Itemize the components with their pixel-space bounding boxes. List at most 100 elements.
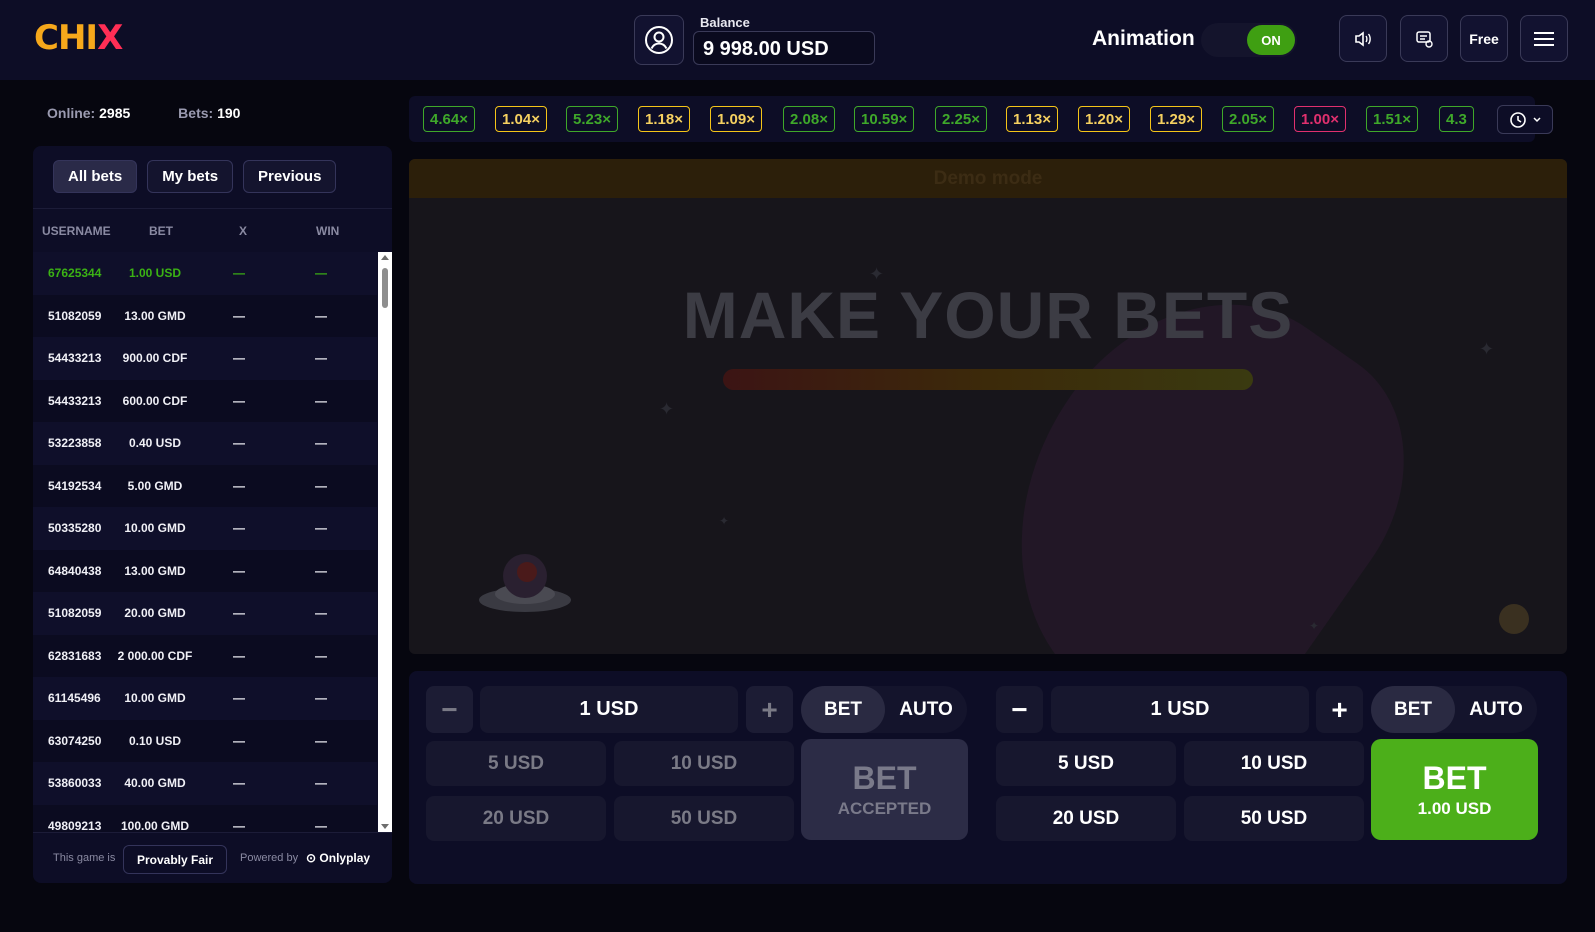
history-dropdown-button[interactable] bbox=[1497, 105, 1553, 134]
quick-bet-5-button-2[interactable]: 5 USD bbox=[996, 741, 1176, 786]
table-row: 54433213 600.00 CDF — — bbox=[33, 379, 377, 422]
table-row: 67625344 1.00 USD — — bbox=[33, 252, 377, 295]
table-row: 62831683 2 000.00 CDF — — bbox=[33, 634, 377, 677]
cell-win: — bbox=[315, 648, 327, 663]
make-your-bets-text: MAKE YOUR BETS bbox=[682, 278, 1294, 352]
cell-username: 63074250 bbox=[48, 733, 102, 748]
balance-value: 9 998.00 USD bbox=[693, 31, 875, 65]
tab-my-bets[interactable]: My bets bbox=[147, 160, 234, 193]
speaker-icon bbox=[1355, 30, 1371, 47]
bets-table-body: 67625344 1.00 USD — —51082059 13.00 GMD — —544… bbox=[33, 252, 377, 832]
multiplier-chip[interactable]: 1.20× bbox=[1078, 106, 1130, 132]
cell-win: — bbox=[315, 521, 327, 535]
cell-win: — bbox=[315, 563, 327, 578]
scroll-down-arrow-icon[interactable] bbox=[381, 824, 389, 829]
multiplier-chip[interactable]: 2.05× bbox=[1222, 106, 1274, 132]
provider-icon: ⊙ bbox=[306, 851, 317, 865]
sound-button[interactable] bbox=[1339, 15, 1387, 62]
quick-bet-10-button-1[interactable]: 10 USD bbox=[614, 741, 794, 786]
cell-username: 53223858 bbox=[48, 436, 102, 450]
multiplier-chip[interactable]: 1.18× bbox=[638, 106, 690, 132]
column-bet: BET bbox=[149, 224, 173, 238]
bet-auto-toggle-2[interactable]: BET AUTO bbox=[1371, 686, 1537, 733]
multiplier-chip[interactable]: 1.09× bbox=[710, 106, 762, 132]
auto-mode-tab-1[interactable]: AUTO bbox=[885, 686, 967, 733]
bets-panel: All bets My bets Previous USERNAME BET X… bbox=[33, 146, 392, 883]
ufo-character-icon bbox=[479, 554, 571, 612]
cell-win: — bbox=[315, 733, 327, 748]
animation-toggle[interactable]: ON bbox=[1201, 23, 1297, 57]
quick-bet-50-button-2[interactable]: 50 USD bbox=[1184, 796, 1364, 841]
header: CHIX Balance 9 998.00 USD Animation ON F… bbox=[0, 0, 1595, 80]
multiplier-chip[interactable]: 2.08× bbox=[783, 106, 835, 132]
cell-username: 62831683 bbox=[48, 648, 102, 663]
cell-username: 50335280 bbox=[48, 521, 102, 535]
decrease-bet-button-2[interactable]: − bbox=[996, 686, 1043, 733]
quick-bet-20-button-2[interactable]: 20 USD bbox=[996, 796, 1176, 841]
multiplier-chip[interactable]: 1.13× bbox=[1006, 106, 1058, 132]
bet-amount-input-2[interactable]: 1 USD bbox=[1051, 686, 1309, 733]
quick-bet-10-button-2[interactable]: 10 USD bbox=[1184, 741, 1364, 786]
cell-multiplier: — bbox=[233, 436, 245, 450]
user-button[interactable] bbox=[634, 15, 684, 65]
multiplier-history: 4.64× 1.04× 5.23× 1.18× 1.09× 2.08× 10.59× 2.25… bbox=[409, 96, 1535, 142]
quick-bet-5-button-1[interactable]: 5 USD bbox=[426, 741, 606, 786]
bet-amount-input-1[interactable]: 1 USD bbox=[480, 686, 738, 733]
cell-username: 61145496 bbox=[48, 691, 101, 705]
menu-button[interactable] bbox=[1520, 15, 1568, 62]
cell-bet: 40.00 GMD bbox=[124, 776, 186, 790]
quick-bet-20-button-1[interactable]: 20 USD bbox=[426, 796, 606, 841]
cell-multiplier: — bbox=[233, 393, 245, 408]
multiplier-chip[interactable]: 2.25× bbox=[935, 106, 987, 132]
logo[interactable]: CHIX bbox=[34, 18, 123, 58]
hamburger-icon bbox=[1534, 31, 1554, 46]
user-icon bbox=[645, 26, 673, 54]
star-icon: ✦ bbox=[719, 514, 730, 528]
increase-bet-button-1[interactable]: + bbox=[746, 686, 793, 733]
multiplier-chip[interactable]: 10.59× bbox=[854, 106, 915, 132]
cell-username: 64840438 bbox=[48, 563, 102, 578]
scroll-up-arrow-icon[interactable] bbox=[381, 255, 389, 260]
multiplier-chip[interactable]: 1.51× bbox=[1366, 106, 1418, 132]
bets-table-header: USERNAME BET X WIN bbox=[33, 208, 392, 250]
auto-mode-tab-2[interactable]: AUTO bbox=[1455, 686, 1537, 733]
cell-bet: 10.00 GMD bbox=[124, 521, 186, 535]
quick-bet-50-button-1[interactable]: 50 USD bbox=[614, 796, 794, 841]
emoji-icon bbox=[1499, 604, 1529, 634]
cell-username: 51082059 bbox=[48, 308, 102, 323]
multiplier-chip[interactable]: 1.04× bbox=[495, 106, 547, 132]
cell-multiplier: — bbox=[233, 266, 245, 280]
provider-logo[interactable]: ⊙ Onlyplay bbox=[306, 851, 370, 865]
countdown-progress-bar bbox=[723, 369, 1253, 390]
cell-win: — bbox=[315, 351, 327, 365]
bets-tabs: All bets My bets Previous bbox=[53, 160, 337, 193]
multiplier-chip[interactable]: 1.29× bbox=[1150, 106, 1202, 132]
cell-win: — bbox=[315, 478, 327, 493]
decrease-bet-button-1[interactable]: − bbox=[426, 686, 473, 733]
chat-button[interactable] bbox=[1400, 15, 1448, 62]
tab-all-bets[interactable]: All bets bbox=[53, 160, 138, 193]
place-bet-button[interactable]: BET 1.00 USD bbox=[1371, 739, 1538, 840]
table-row: 54433213 900.00 CDF — — bbox=[33, 337, 377, 380]
provably-fair-button[interactable]: Provably Fair bbox=[123, 845, 228, 874]
cell-win: — bbox=[315, 606, 327, 620]
bet-mode-tab-2[interactable]: BET bbox=[1371, 686, 1455, 733]
increase-bet-button-2[interactable]: + bbox=[1316, 686, 1363, 733]
multiplier-chip[interactable]: 4.3 bbox=[1439, 106, 1474, 132]
table-row: 51082059 13.00 GMD — — bbox=[33, 294, 377, 337]
free-button[interactable]: Free bbox=[1460, 15, 1508, 62]
bets-scrollbar[interactable] bbox=[378, 252, 392, 832]
bet-auto-toggle-1[interactable]: BET AUTO bbox=[801, 686, 967, 733]
tab-previous[interactable]: Previous bbox=[243, 160, 337, 193]
cell-multiplier: — bbox=[233, 733, 245, 748]
multiplier-chip[interactable]: 5.23× bbox=[566, 106, 618, 132]
bet-accepted-button[interactable]: BET ACCEPTED bbox=[801, 739, 968, 840]
multiplier-chip[interactable]: 4.64× bbox=[423, 106, 475, 132]
cell-bet: 600.00 CDF bbox=[122, 393, 188, 408]
bet-mode-tab-1[interactable]: BET bbox=[801, 686, 885, 733]
cell-username: 53860033 bbox=[48, 776, 102, 790]
bets-count: 190 bbox=[217, 105, 241, 121]
multiplier-chip[interactable]: 1.00× bbox=[1294, 106, 1346, 132]
cell-username: 54192534 bbox=[48, 478, 102, 493]
scrollbar-thumb[interactable] bbox=[382, 268, 388, 308]
